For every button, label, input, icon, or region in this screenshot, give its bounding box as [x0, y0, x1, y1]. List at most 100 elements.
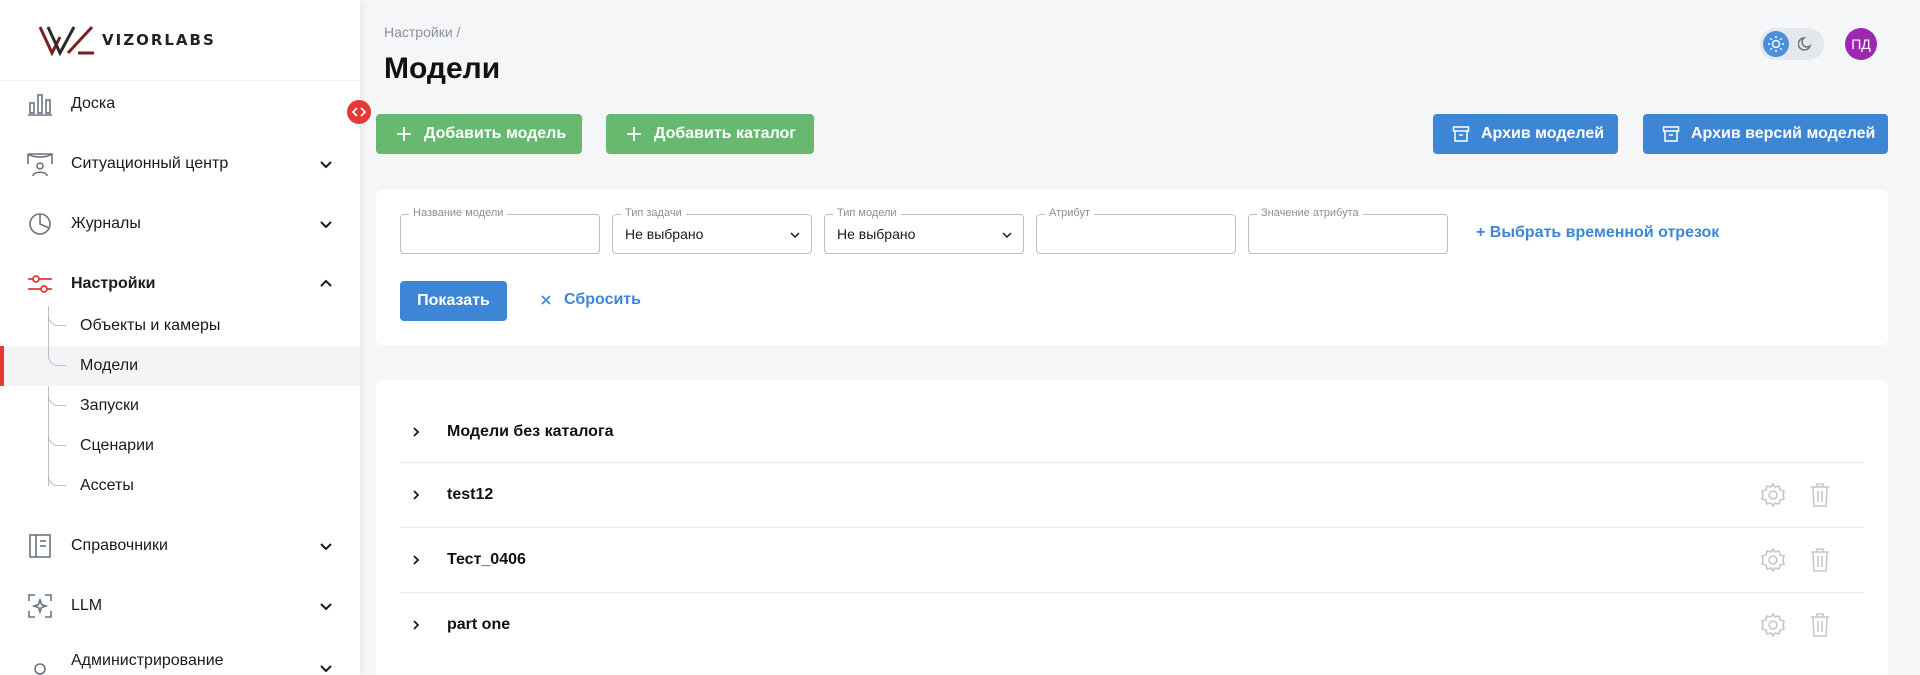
- sparkle-icon: [26, 592, 54, 620]
- archive-icon: [1451, 124, 1471, 144]
- chevron-up-icon: [320, 279, 332, 287]
- chevron-right-icon[interactable]: [408, 424, 424, 440]
- reset-button[interactable]: Сбросить: [540, 291, 641, 309]
- task-type-select[interactable]: Тип задачи Не выбрано: [612, 207, 812, 254]
- catalog-name: test12: [447, 486, 494, 503]
- brand-logo[interactable]: VIZORLABS: [38, 20, 216, 60]
- add-catalog-label: Добавить каталог: [654, 125, 796, 142]
- monitor-icon: [26, 150, 54, 178]
- catalog-name: Тест_0406: [447, 551, 526, 568]
- avatar[interactable]: ПД: [1845, 28, 1877, 60]
- catalog-row[interactable]: Модели без каталога: [400, 402, 1864, 462]
- sidebar-item-label: Справочники: [71, 537, 168, 554]
- catalog-row[interactable]: test12: [400, 462, 1864, 527]
- attribute-input[interactable]: Атрибут: [1036, 207, 1236, 254]
- sidebar-subitem-assets[interactable]: Ассеты: [0, 466, 360, 506]
- field-value: Не выбрано: [837, 226, 916, 242]
- sidebar-item-label: Настройки: [71, 275, 156, 292]
- vizorlabs-logo-icon: [38, 25, 94, 57]
- sidebar-item-settings[interactable]: Настройки: [0, 256, 360, 312]
- gear-icon[interactable]: [1759, 481, 1787, 509]
- sidebar-subitem-label: Модели: [80, 357, 139, 374]
- gear-icon[interactable]: [1759, 611, 1787, 639]
- sidebar-subitem-label: Запуски: [80, 397, 139, 414]
- sidebar-item-references[interactable]: Справочники: [0, 518, 360, 574]
- close-icon: [541, 295, 551, 305]
- chevron-right-icon[interactable]: [408, 487, 424, 503]
- chevron-down-icon: [790, 232, 800, 239]
- code-brackets-icon: [352, 107, 366, 117]
- chevron-down-icon: [320, 221, 332, 229]
- sidebar-subitem-label: Ассеты: [80, 477, 134, 494]
- field-label: Значение атрибута: [1257, 207, 1363, 219]
- tree-connector: [48, 466, 66, 486]
- model-type-select[interactable]: Тип модели Не выбрано: [824, 207, 1024, 254]
- tree-connector: [48, 386, 66, 406]
- sidebar-item-situation-center[interactable]: Ситуационный центр: [0, 136, 360, 192]
- theme-toggle[interactable]: [1760, 28, 1824, 60]
- attribute-value-input[interactable]: Значение атрибута: [1248, 207, 1448, 254]
- sidebar-item-label: LLM: [71, 597, 103, 614]
- sidebar-subitem-runs[interactable]: Запуски: [0, 386, 360, 426]
- field-label: Атрибут: [1045, 207, 1094, 219]
- sidebar-item-label: Журналы: [71, 215, 141, 232]
- add-model-button[interactable]: Добавить модель: [376, 114, 582, 154]
- sidebar-subitem-models[interactable]: Модели: [0, 346, 360, 386]
- catalog-name: part one: [447, 616, 511, 633]
- catalog-list: Модели без каталога test12 Тест_0406 par…: [376, 380, 1888, 675]
- tree-connector: [48, 306, 66, 326]
- trash-icon[interactable]: [1806, 481, 1834, 509]
- add-model-label: Добавить модель: [424, 125, 567, 142]
- trash-icon[interactable]: [1806, 611, 1834, 639]
- filter-panel: Название модели Тип задачи Не выбрано Ти…: [376, 190, 1888, 345]
- bar-chart-icon: [26, 90, 54, 118]
- models-archive-label: Архив моделей: [1481, 125, 1605, 142]
- pie-chart-icon: [26, 210, 54, 238]
- show-button[interactable]: Показать: [400, 281, 507, 321]
- sidebar-subitem-label: Объекты и камеры: [80, 317, 221, 334]
- plus-icon: [394, 124, 414, 144]
- time-range-link[interactable]: + Выбрать временной отрезок: [1476, 224, 1719, 242]
- page-title: Модели: [384, 52, 501, 85]
- sidebar-collapse-button[interactable]: [347, 100, 371, 124]
- chevron-down-icon: [320, 161, 332, 169]
- breadcrumb[interactable]: Настройки /: [384, 24, 460, 40]
- chevron-right-icon[interactable]: [408, 552, 424, 568]
- models-archive-button[interactable]: Архив моделей: [1433, 114, 1618, 154]
- moon-icon[interactable]: [1796, 34, 1816, 54]
- gear-icon[interactable]: [1759, 546, 1787, 574]
- chevron-down-icon: [320, 665, 332, 673]
- sidebar-subitem-scenarios[interactable]: Сценарии: [0, 426, 360, 466]
- reset-label: Сбросить: [564, 291, 641, 308]
- versions-archive-label: Архив версий моделей: [1691, 125, 1876, 142]
- sidebar-subitem-label: Сценарии: [80, 437, 154, 454]
- sun-icon[interactable]: [1763, 31, 1789, 57]
- field-label: Тип задачи: [621, 207, 686, 219]
- field-label: Тип модели: [833, 207, 901, 219]
- logo-text: VIZORLABS: [102, 31, 216, 49]
- tree-connector: [48, 346, 66, 366]
- sliders-icon: [26, 270, 54, 298]
- sidebar-item-llm[interactable]: LLM: [0, 578, 360, 634]
- model-name-input[interactable]: Название модели: [400, 207, 600, 254]
- chevron-down-icon: [1002, 232, 1012, 239]
- chevron-right-icon[interactable]: [408, 617, 424, 633]
- catalog-row[interactable]: Тест_0406: [400, 527, 1864, 592]
- add-catalog-button[interactable]: Добавить каталог: [606, 114, 814, 154]
- tree-connector: [48, 426, 66, 446]
- archive-icon: [1661, 124, 1681, 144]
- sidebar-item-label: Доска: [71, 95, 116, 112]
- versions-archive-button[interactable]: Архив версий моделей: [1643, 114, 1888, 154]
- sidebar: VIZORLABS Доска Ситуационный центр Журна…: [0, 0, 360, 675]
- catalog-row[interactable]: part one: [400, 592, 1864, 657]
- sidebar-item-label: Ситуационный центр: [71, 155, 229, 172]
- chevron-down-icon: [320, 603, 332, 611]
- chevron-down-icon: [320, 543, 332, 551]
- trash-icon[interactable]: [1806, 546, 1834, 574]
- book-icon: [26, 532, 54, 560]
- sidebar-item-journals[interactable]: Журналы: [0, 196, 360, 252]
- sidebar-item-board[interactable]: Доска: [0, 76, 360, 132]
- field-value: Не выбрано: [625, 226, 704, 242]
- sidebar-item-administration[interactable]: Администрирование: [0, 638, 360, 675]
- sidebar-subitem-objects-cameras[interactable]: Объекты и камеры: [0, 306, 360, 346]
